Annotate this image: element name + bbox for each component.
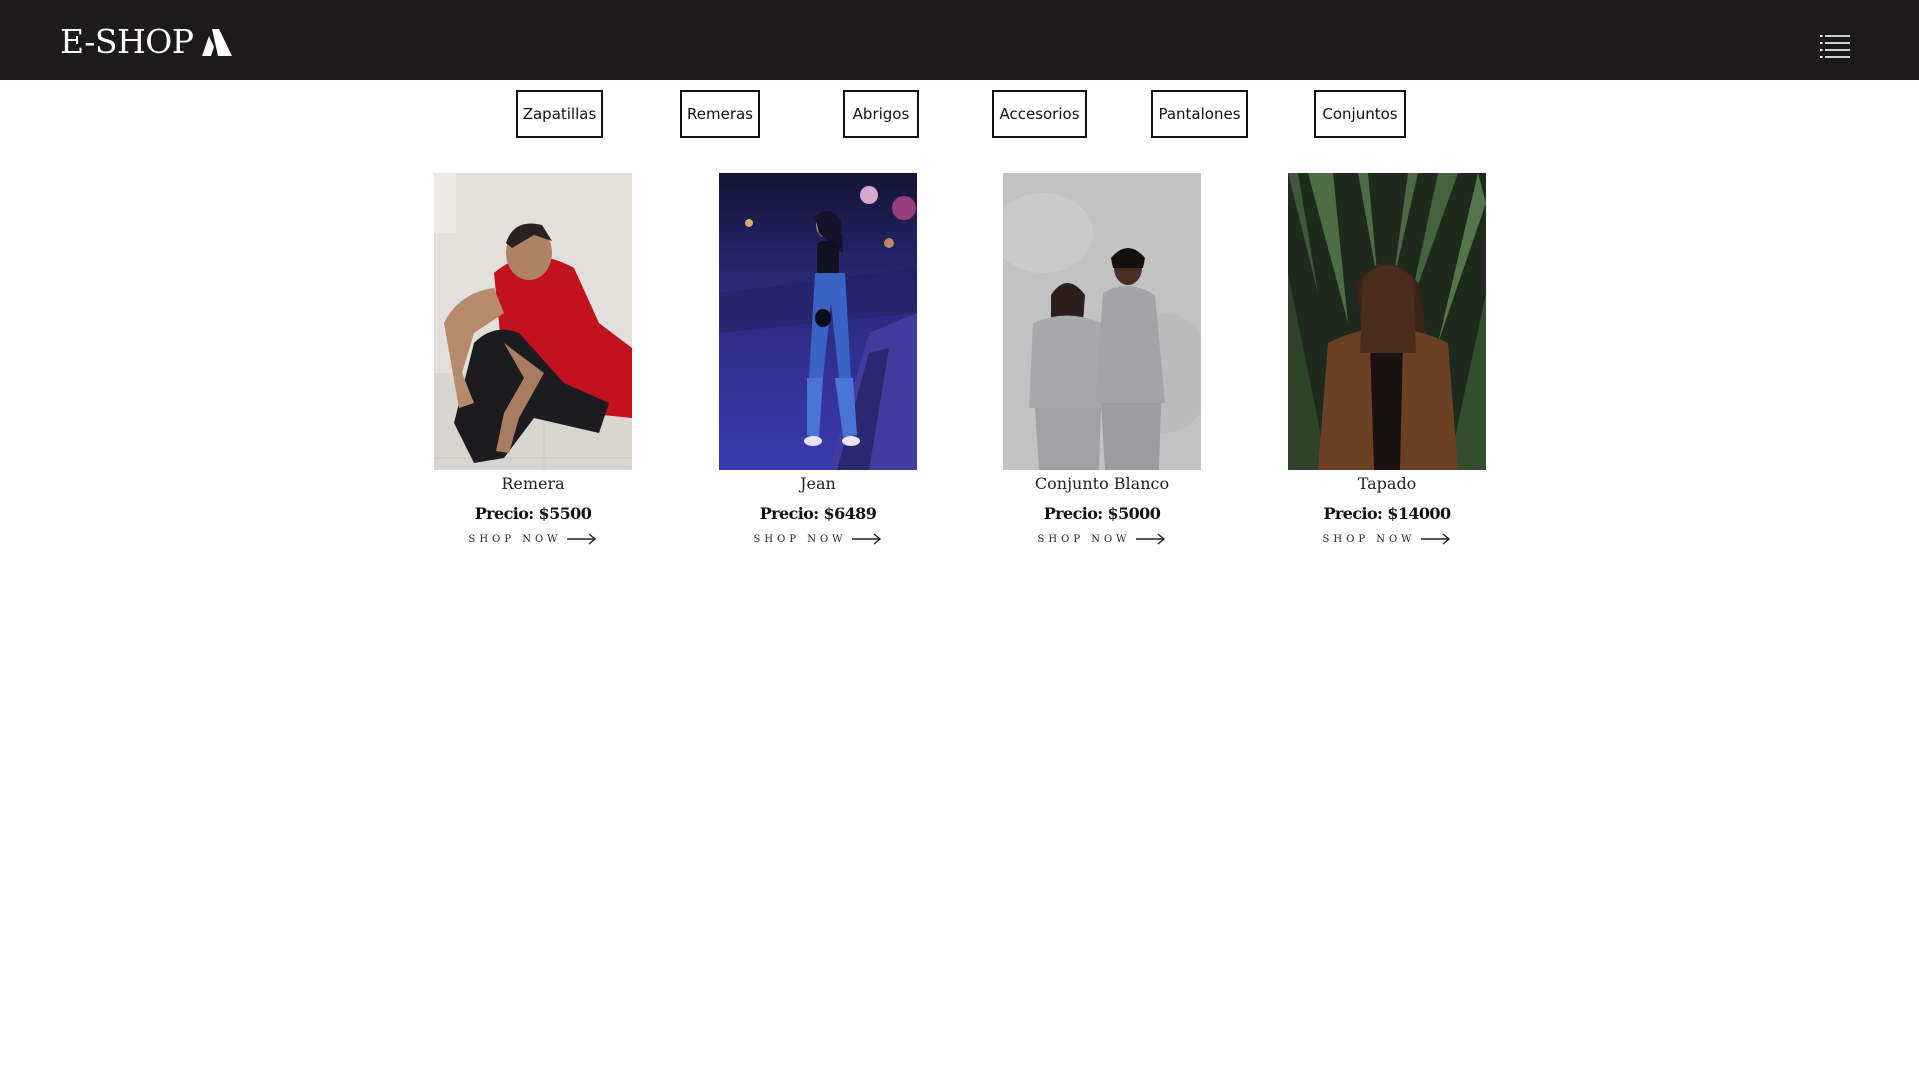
arrow-right-icon — [1421, 533, 1451, 545]
product-card: Tapado Precio: $14000 SHOP NOW — [1288, 173, 1486, 546]
product-card: Jean Precio: $6489 SHOP NOW — [719, 173, 917, 546]
product-name: Jean — [800, 474, 836, 493]
woman-in-brown-coat-plants-photo[interactable] — [1288, 173, 1486, 470]
shop-now-link[interactable]: SHOP NOW — [1038, 533, 1167, 545]
category-abrigos-button[interactable]: Abrigos — [843, 90, 919, 138]
shop-now-link[interactable]: SHOP NOW — [469, 533, 598, 545]
shop-now-label: SHOP NOW — [1322, 533, 1416, 545]
product-price: Precio: $6489 — [759, 504, 877, 523]
brand-name: E-SHOP — [60, 22, 194, 61]
category-zapatillas-button[interactable]: Zapatillas — [516, 90, 603, 138]
product-name: Tapado — [1357, 474, 1417, 493]
shop-now-label: SHOP NOW — [753, 533, 847, 545]
brand-link[interactable]: E-SHOP — [60, 22, 233, 62]
product-name: Conjunto Blanco — [1034, 474, 1170, 493]
category-remeras-button[interactable]: Remeras — [680, 90, 760, 138]
shop-now-link[interactable]: SHOP NOW — [754, 533, 883, 545]
shop-now-label: SHOP NOW — [468, 533, 562, 545]
couple-in-grey-tracksuits-photo[interactable] — [1003, 173, 1201, 470]
product-price: Precio: $5500 — [474, 504, 592, 523]
product-price: Precio: $14000 — [1323, 504, 1451, 523]
arrow-right-icon — [1136, 533, 1166, 545]
shop-now-link[interactable]: SHOP NOW — [1323, 533, 1452, 545]
arrow-right-icon — [852, 533, 882, 545]
category-pantalones-button[interactable]: Pantalones — [1151, 90, 1248, 138]
shop-now-label: SHOP NOW — [1037, 533, 1131, 545]
triangle-logo-icon — [201, 29, 232, 56]
product-card: Remera Precio: $5500 SHOP NOW — [434, 173, 632, 546]
man-in-red-shirt-sitting-photo[interactable] — [434, 173, 632, 470]
category-conjuntos-button[interactable]: Conjuntos — [1314, 90, 1406, 138]
arrow-right-icon — [567, 533, 597, 545]
category-accesorios-button[interactable]: Accesorios — [992, 90, 1087, 138]
product-name: Remera — [501, 474, 565, 493]
product-price: Precio: $5000 — [1043, 504, 1161, 523]
category-filter-bar: Zapatillas Remeras Abrigos Accesorios Pa… — [0, 90, 1919, 138]
woman-in-jeans-night-street-photo[interactable] — [719, 173, 917, 470]
list-menu-icon[interactable] — [1820, 34, 1850, 58]
product-card: Conjunto Blanco Precio: $5000 SHOP NOW — [1003, 173, 1201, 546]
top-navbar: E-SHOP — [0, 0, 1919, 80]
